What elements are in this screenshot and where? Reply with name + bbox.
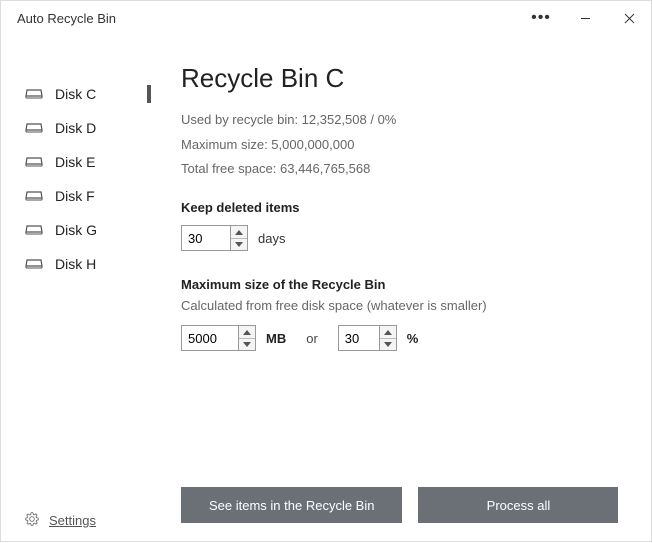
sidebar-item-disk-f[interactable]: Disk F (1, 179, 151, 213)
gear-icon (25, 512, 39, 529)
maxsize-pct-spinner[interactable] (338, 325, 397, 351)
freespace-line: Total free space: 63,446,765,568 (181, 157, 621, 182)
maxsize-sublabel: Calculated from free disk space (whateve… (181, 298, 621, 313)
sidebar-item-disk-c[interactable]: Disk C (1, 77, 151, 111)
chevron-up-icon (384, 330, 392, 335)
spin-up-button[interactable] (380, 326, 396, 338)
sidebar-item-disk-g[interactable]: Disk G (1, 213, 151, 247)
window-title: Auto Recycle Bin (17, 11, 116, 26)
disk-icon (25, 224, 43, 236)
used-line: Used by recycle bin: 12,352,508 / 0% (181, 108, 621, 133)
spin-down-button[interactable] (231, 238, 247, 250)
spin-up-button[interactable] (239, 326, 255, 338)
ellipsis-icon: ••• (531, 10, 551, 26)
sidebar-item-label: Disk F (55, 188, 95, 204)
sidebar-item-label: Disk C (55, 86, 96, 102)
chevron-down-icon (243, 342, 251, 347)
disk-icon (25, 88, 43, 100)
sidebar-item-label: Disk G (55, 222, 97, 238)
chevron-down-icon (235, 242, 243, 247)
or-text: or (306, 331, 318, 346)
page-title: Recycle Bin C (181, 63, 621, 94)
sidebar-item-label: Disk H (55, 256, 96, 272)
chevron-up-icon (243, 330, 251, 335)
keep-days-input[interactable] (182, 226, 230, 250)
days-unit: days (258, 231, 285, 246)
close-icon (624, 13, 635, 24)
main-panel: Recycle Bin C Used by recycle bin: 12,35… (151, 35, 651, 543)
disk-icon (25, 122, 43, 134)
keep-items-label: Keep deleted items (181, 200, 621, 215)
sidebar-item-label: Disk D (55, 120, 96, 136)
process-all-button[interactable]: Process all (418, 487, 618, 523)
maxsize-mb-spinner[interactable] (181, 325, 256, 351)
maxsize-pct-input[interactable] (339, 326, 379, 350)
maxsize-label: Maximum size of the Recycle Bin (181, 277, 621, 292)
sidebar-item-label: Disk E (55, 154, 95, 170)
disk-icon (25, 258, 43, 270)
pct-unit: % (407, 331, 419, 346)
sidebar: Disk C Disk D Disk E Disk F Disk G Disk … (1, 35, 151, 543)
titlebar: Auto Recycle Bin ••• (1, 1, 651, 35)
maxsize-line: Maximum size: 5,000,000,000 (181, 133, 621, 158)
sidebar-item-disk-e[interactable]: Disk E (1, 145, 151, 179)
settings-link[interactable]: Settings (49, 513, 96, 528)
chevron-down-icon (384, 342, 392, 347)
more-button[interactable]: ••• (519, 1, 563, 35)
disk-icon (25, 156, 43, 168)
spin-up-button[interactable] (231, 226, 247, 238)
close-button[interactable] (607, 1, 651, 35)
see-items-button[interactable]: See items in the Recycle Bin (181, 487, 402, 523)
sidebar-item-disk-h[interactable]: Disk H (1, 247, 151, 281)
spin-down-button[interactable] (239, 338, 255, 350)
minimize-icon (580, 13, 591, 24)
spin-down-button[interactable] (380, 338, 396, 350)
mb-unit: MB (266, 331, 286, 346)
sidebar-item-disk-d[interactable]: Disk D (1, 111, 151, 145)
keep-days-spinner[interactable] (181, 225, 248, 251)
disk-icon (25, 190, 43, 202)
maxsize-mb-input[interactable] (182, 326, 238, 350)
chevron-up-icon (235, 230, 243, 235)
minimize-button[interactable] (563, 1, 607, 35)
sidebar-footer: Settings (25, 512, 96, 529)
